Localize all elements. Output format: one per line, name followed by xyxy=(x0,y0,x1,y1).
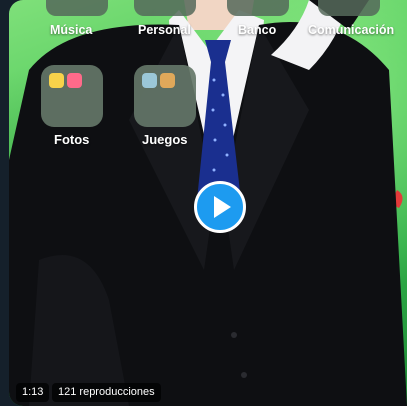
app-icon-personal xyxy=(134,0,196,16)
app-icon-comunicacion xyxy=(318,0,380,16)
folder-juegos xyxy=(134,65,196,127)
homescreen-overlay: Música Personal Banco Comunicación Fotos… xyxy=(9,0,407,160)
app-label-musica: Música xyxy=(50,23,93,37)
video-player[interactable]: Música Personal Banco Comunicación Fotos… xyxy=(9,0,407,406)
app-label-personal: Personal xyxy=(138,23,191,37)
app-label-banco: Banco xyxy=(238,23,277,37)
app-label-comunicacion: Comunicación xyxy=(308,23,395,37)
play-button[interactable] xyxy=(194,181,246,233)
folder-fotos xyxy=(41,65,103,127)
camera-app-icon xyxy=(67,73,82,88)
game-app-icon xyxy=(142,73,157,88)
folder-label-fotos: Fotos xyxy=(54,132,90,147)
game-app-icon-2 xyxy=(160,73,175,88)
play-icon xyxy=(214,196,231,218)
photos-app-icon xyxy=(49,73,64,88)
folder-label-juegos: Juegos xyxy=(142,132,188,147)
duration-badge: 1:13 xyxy=(16,383,50,402)
app-icon-banco xyxy=(227,0,289,16)
app-icon-musica xyxy=(46,0,108,16)
view-count-badge: 121 reproducciones xyxy=(52,383,161,402)
